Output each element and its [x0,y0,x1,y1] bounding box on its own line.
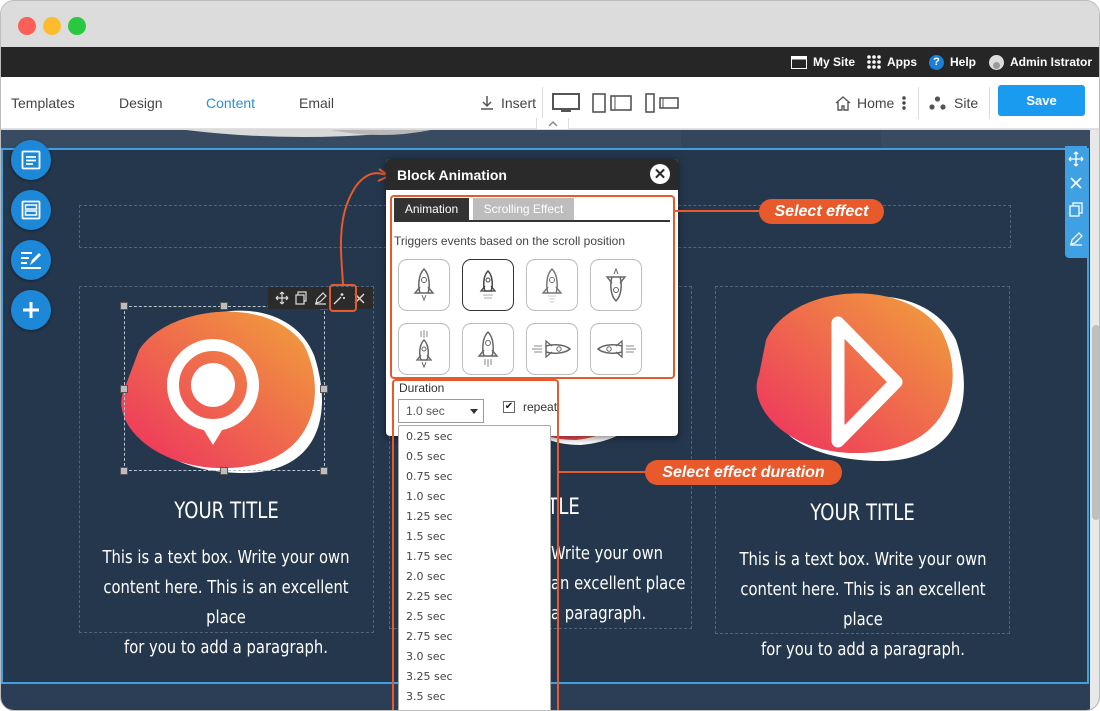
add-element-button[interactable] [11,290,51,330]
browser-icon [791,55,807,69]
resize-handle[interactable] [320,385,328,393]
close-window-dot[interactable] [18,17,36,35]
resize-handle[interactable] [220,467,228,475]
tablet-view-button[interactable] [592,77,632,129]
effect-highlight-box [390,195,675,379]
nav-divider [918,87,919,119]
duplicate-icon[interactable] [1069,202,1083,217]
column-1-title[interactable]: YOUR TITLE [106,499,348,524]
edit-pencil-icon[interactable] [1069,232,1083,246]
tablet-portrait-icon [592,93,606,113]
text-line: a paragraph. [551,603,647,624]
move-icon[interactable] [274,290,290,306]
delete-x-icon[interactable] [1069,176,1083,190]
text-line: for you to add a paragraph. [761,639,965,660]
text-edit-icon [21,252,41,269]
page-options-button[interactable] [901,77,907,129]
hero-image-strip [1,130,1099,148]
help-link[interactable]: ? Help [929,47,976,77]
resize-handle[interactable] [220,302,228,310]
text-line: Write your own [551,543,664,564]
home-label: Home [857,95,895,111]
admin-topbar: My Site Apps ? Help Admin Istrator [1,47,1099,77]
select-duration-callout: Select effect duration [645,460,842,485]
apps-label: Apps [887,55,917,69]
my-site-label: My Site [813,55,856,69]
close-dialog-button[interactable]: ✕ [650,164,670,184]
nav-templates[interactable]: Templates [11,77,75,129]
text-line: This is a text box. Write your own [739,549,987,570]
selection-frame [124,306,325,471]
dialog-title: Block Animation [397,166,507,183]
select-effect-callout: Select effect [759,199,884,224]
nav-design[interactable]: Design [119,77,163,129]
text-line: This is a text box. Write your own [102,547,350,568]
browser-window: My Site Apps ? Help Admin Istrator Templ… [0,0,1100,711]
dialog-header: Block Animation ✕ [386,159,678,190]
insert-button[interactable]: Insert [479,77,536,129]
apps-grid-icon [867,55,881,69]
window-titlebar [1,1,1099,47]
site-menu[interactable]: Site [929,77,978,129]
phone-portrait-icon [645,93,655,113]
maximize-window-dot[interactable] [68,17,86,35]
save-button[interactable]: Save [998,85,1085,116]
edit-text-button[interactable] [11,240,51,280]
phone-landscape-icon [659,97,679,109]
home-page-selector[interactable]: Home [835,77,894,129]
scrollbar-thumb[interactable] [1092,325,1099,520]
callout-line [559,471,647,473]
desktop-icon [552,93,580,112]
chevron-up-icon [548,120,557,126]
user-menu[interactable]: Admin Istrator [989,47,1092,77]
tablet-landscape-icon [610,95,632,111]
more-vertical-icon [902,96,906,110]
text-line: content here. This is an excellent place [740,579,986,630]
site-label: Site [954,95,979,111]
insert-label: Insert [501,95,537,111]
resize-handle[interactable] [320,467,328,475]
move-icon[interactable] [1068,151,1084,167]
avatar [989,54,1004,70]
text-line: content here. This is an excellent place [103,577,349,628]
sections-icon [21,200,41,220]
element-toolbar [268,287,373,309]
copy-icon[interactable] [293,290,309,306]
layout-list-icon [21,150,41,170]
resize-handle[interactable] [120,302,128,310]
resize-handle[interactable] [120,467,128,475]
nav-email[interactable]: Email [299,77,334,129]
help-icon: ? [929,54,944,70]
edit-pencil-icon[interactable] [312,290,328,306]
play-graphic[interactable] [756,285,971,465]
nav-divider [989,87,990,119]
site-nodes-icon [929,96,946,110]
user-name: Admin Istrator [1010,55,1093,69]
collapse-toolbar-tab[interactable] [536,118,569,130]
section-tools [1065,146,1087,258]
apps-link[interactable]: Apps [867,47,917,77]
nav-divider [542,87,543,119]
sections-button[interactable] [11,190,51,230]
text-line: an excellent place [551,573,686,594]
column-2-text[interactable]: Write your own an excellent place a para… [551,539,715,629]
page-layout-button[interactable] [11,140,51,180]
column-1-text[interactable]: This is a text box. Write your own conte… [83,543,370,663]
my-site-link[interactable]: My Site [791,47,855,77]
resize-handle[interactable] [120,385,128,393]
column-3-text[interactable]: This is a text box. Write your own conte… [720,545,1007,665]
home-icon [835,95,851,111]
column-3-title[interactable]: YOUR TITLE [742,501,984,526]
nav-content[interactable]: Content [206,77,255,129]
callout-line [675,210,759,212]
duration-highlight-box [392,379,559,710]
animation-wand-highlight [329,284,357,312]
mobile-view-button[interactable] [645,77,679,129]
text-line: for you to add a paragraph. [124,637,328,658]
minimize-window-dot[interactable] [43,17,61,35]
help-label: Help [950,55,977,69]
download-arrow-icon [481,96,493,110]
plus-icon [23,302,39,318]
